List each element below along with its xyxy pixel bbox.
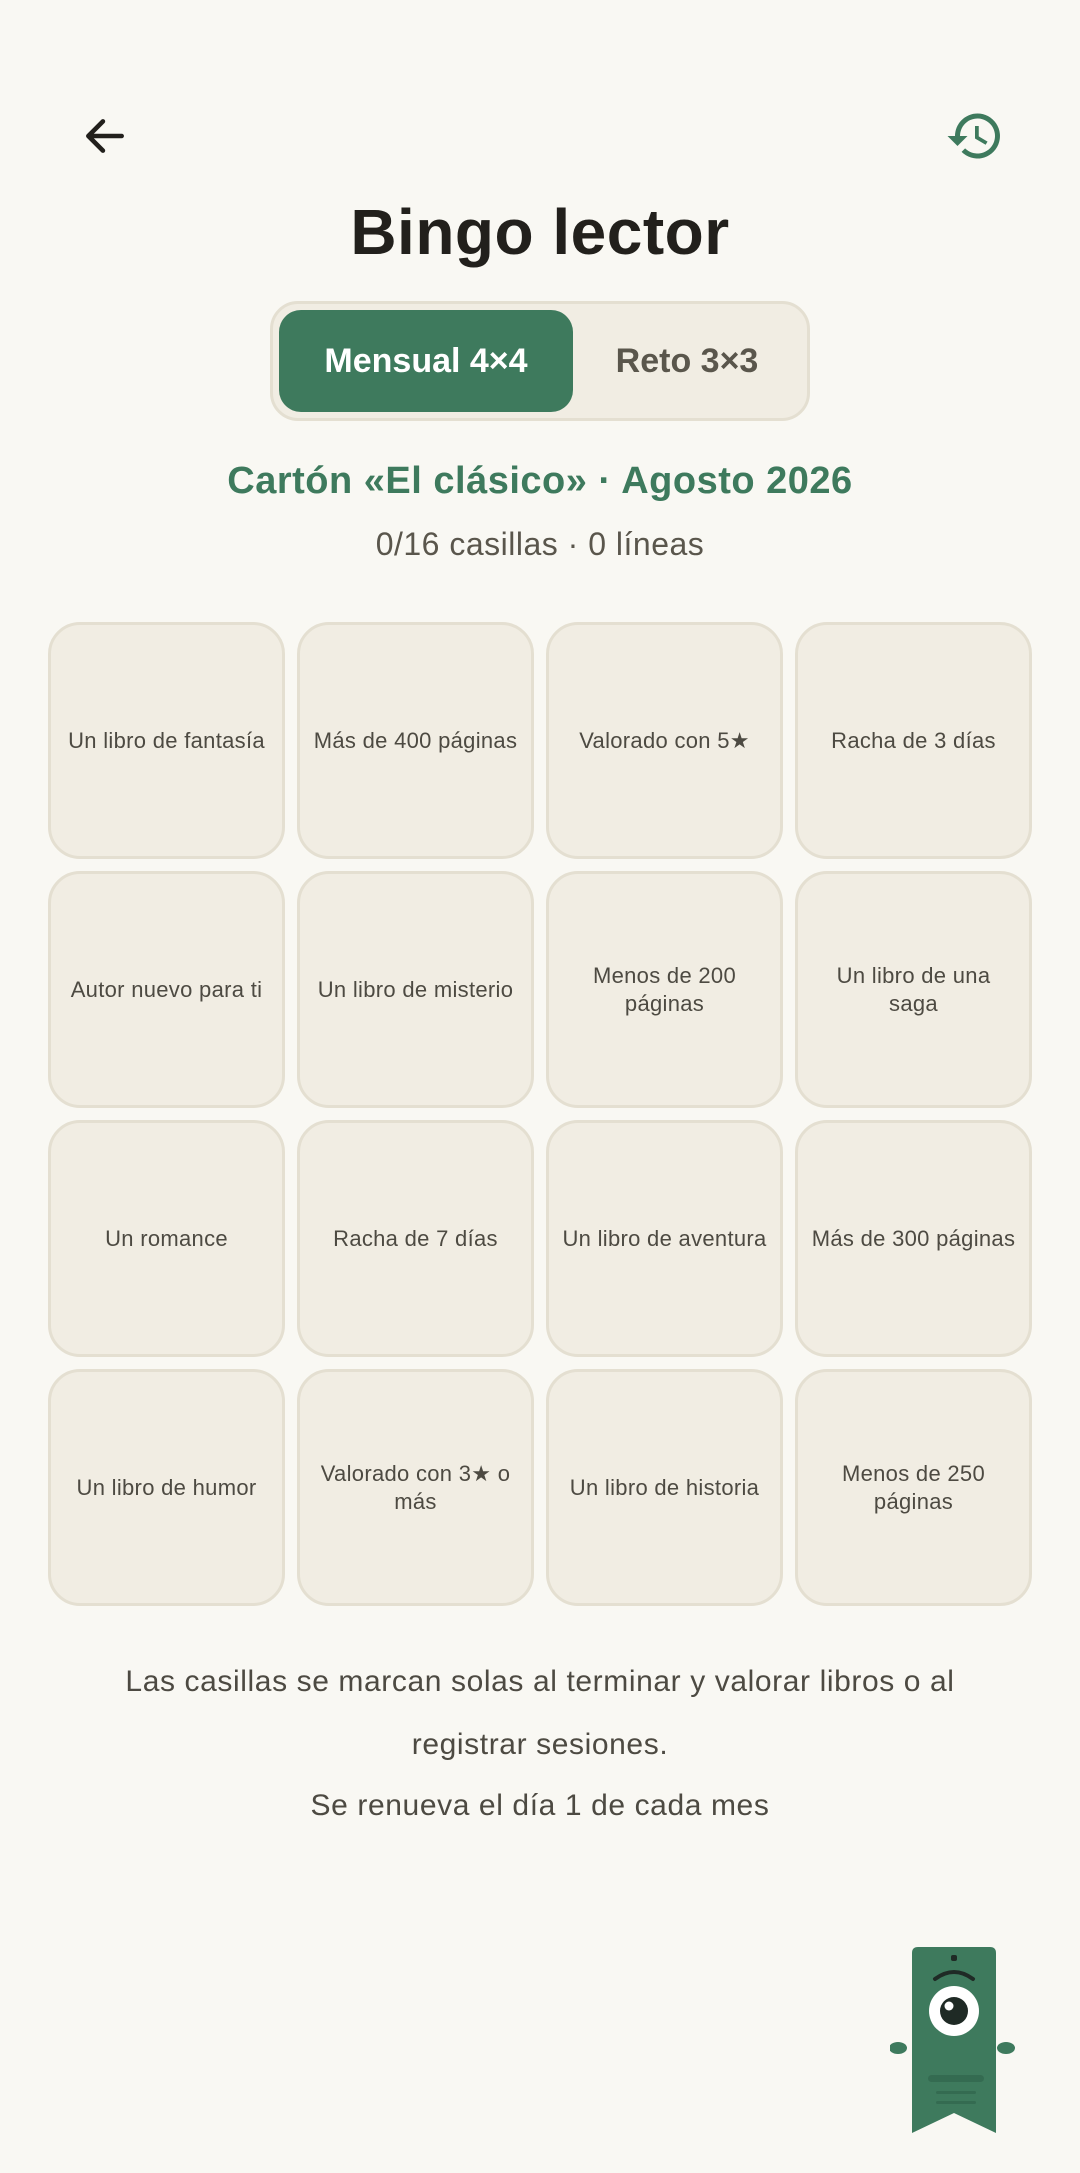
bingo-cell[interactable]: Valorado con 5★ xyxy=(546,622,783,859)
bingo-cell[interactable]: Un libro de historia xyxy=(546,1369,783,1606)
bingo-cell[interactable]: Un libro de humor xyxy=(48,1369,285,1606)
bingo-cell[interactable]: Un libro de aventura xyxy=(546,1120,783,1357)
info-text: Las casillas se marcan solas al terminar… xyxy=(125,1665,955,1761)
bingo-cell[interactable]: Racha de 3 días xyxy=(795,622,1032,859)
bingo-cell[interactable]: Autor nuevo para ti xyxy=(48,871,285,1108)
card-title: Cartón «El clásico» · Agosto 2026 xyxy=(227,460,853,502)
renew-text: Se renueva el día 1 de cada mes xyxy=(310,1789,770,1822)
page-title: Bingo lector xyxy=(350,196,730,268)
bookmark-mascot-icon[interactable] xyxy=(889,1945,1018,2137)
mode-toggle: Mensual 4×4 Reto 3×3 xyxy=(270,301,810,421)
history-button[interactable] xyxy=(927,88,1023,184)
bingo-cell[interactable]: Un libro de misterio xyxy=(297,871,534,1108)
arrow-left-icon xyxy=(86,119,124,153)
bingo-cell[interactable]: Más de 300 páginas xyxy=(795,1120,1032,1357)
bingo-cell[interactable]: Racha de 7 días xyxy=(297,1120,534,1357)
history-icon xyxy=(947,113,1000,159)
top-bar xyxy=(0,0,1080,210)
tab-mensual[interactable]: Mensual 4×4 xyxy=(279,310,573,412)
bingo-cell[interactable]: Menos de 200 páginas xyxy=(546,871,783,1108)
bingo-cell[interactable]: Más de 400 páginas xyxy=(297,622,534,859)
bingo-cell[interactable]: Valorado con 3★ o más xyxy=(297,1369,534,1606)
bingo-cell[interactable]: Un libro de fantasía xyxy=(48,622,285,859)
back-button[interactable] xyxy=(57,88,153,184)
bingo-screen: Bingo lector Mensual 4×4 Reto 3×3 Cartón… xyxy=(0,0,1080,2173)
footer-notes: Las casillas se marcan solas al terminar… xyxy=(70,1650,1010,1831)
tab-reto[interactable]: Reto 3×3 xyxy=(573,310,801,412)
bingo-cell[interactable]: Un romance xyxy=(48,1120,285,1357)
card-stats: 0/16 casillas · 0 líneas xyxy=(375,526,705,562)
bingo-cell[interactable]: Un libro de una saga xyxy=(795,871,1032,1108)
bingo-cell[interactable]: Menos de 250 páginas xyxy=(795,1369,1032,1606)
bingo-grid: Un libro de fantasía Más de 400 páginas … xyxy=(48,622,1032,1606)
